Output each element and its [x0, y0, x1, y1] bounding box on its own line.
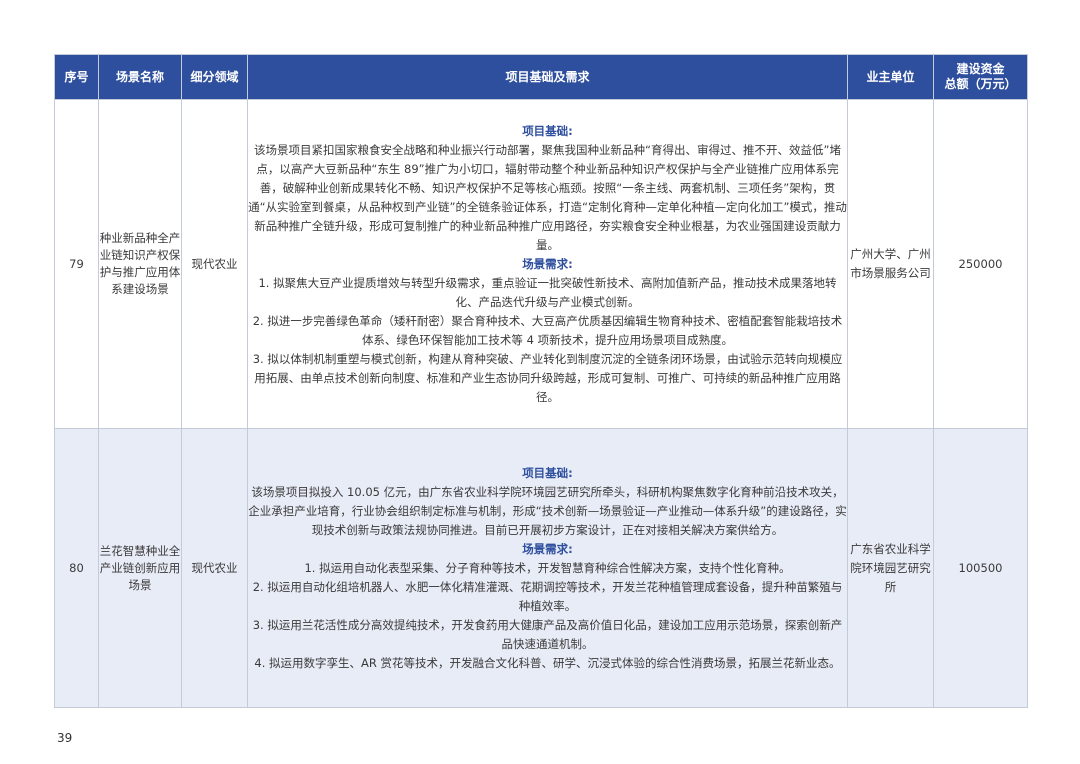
table-row: 80 兰花智慧种业全产业链创新应用场景 现代农业 项目基础: 该场景项目拟投入 … — [54, 428, 1028, 708]
col-header-name: 场景名称 — [98, 54, 182, 100]
cell-investment: 250000 — [933, 99, 1028, 429]
cell-no: 80 — [54, 428, 99, 708]
project-table: 序号 场景名称 细分领域 项目基础及需求 业主单位 建设资金 总额（万元） 79… — [54, 54, 1028, 708]
col-header-detail: 项目基础及需求 — [247, 54, 848, 100]
cell-scene-name: 种业新品种全产业链知识产权保护与推广应用体系建设场景 — [98, 99, 182, 429]
cell-owner: 广东省农业科学院环境园艺研究所 — [847, 428, 934, 708]
cell-field: 现代农业 — [181, 428, 248, 708]
need-item: 1. 拟运用自动化表型采集、分子育种等技术，开发智慧育种综合性解决方案，支持个性… — [304, 560, 791, 575]
needs-heading: 场景需求: — [522, 541, 573, 556]
cell-field: 现代农业 — [181, 99, 248, 429]
basis-heading: 项目基础: — [522, 123, 573, 138]
cell-no: 79 — [54, 99, 99, 429]
need-item: 4. 拟运用数字孪生、AR 赏花等技术，开发融合文化科普、研学、沉浸式体验的综合… — [254, 655, 841, 670]
cell-detail: 项目基础: 该场景项目拟投入 10.05 亿元，由广东省农业科学院环境园艺研究所… — [247, 428, 848, 708]
table-row: 79 种业新品种全产业链知识产权保护与推广应用体系建设场景 现代农业 项目基础:… — [54, 99, 1028, 429]
col-header-investment-line1: 建设资金 — [956, 62, 1005, 76]
page-number: 39 — [57, 731, 73, 745]
cell-scene-name: 兰花智慧种业全产业链创新应用场景 — [98, 428, 182, 708]
need-item: 1. 拟聚焦大豆产业提质增效与转型升级需求，重点验证一批突破性新技术、高附加值新… — [258, 275, 837, 309]
col-header-owner: 业主单位 — [847, 54, 934, 100]
need-item: 3. 拟以体制机制重塑与模式创新，构建从育种突破、产业转化到制度沉淀的全链条闭环… — [252, 351, 843, 404]
cell-detail: 项目基础: 该场景项目紧扣国家粮食安全战略和种业振兴行动部署，聚焦我国种业新品种… — [247, 99, 848, 429]
col-header-field: 细分领域 — [181, 54, 248, 100]
needs-heading: 场景需求: — [522, 256, 573, 271]
need-item: 2. 拟进一步完善绿色革命（矮秆耐密）聚合育种技术、大豆高产优质基因编辑生物育种… — [252, 313, 843, 347]
col-header-investment: 建设资金 总额（万元） — [933, 54, 1028, 100]
cell-owner: 广州大学、广州市场景服务公司 — [847, 99, 934, 429]
need-item: 2. 拟运用自动化组培机器人、水肥一体化精准灌溉、花期调控等技术，开发兰花种植管… — [252, 579, 843, 613]
col-header-no: 序号 — [54, 54, 99, 100]
cell-investment: 100500 — [933, 428, 1028, 708]
col-header-investment-line2: 总额（万元） — [944, 77, 1017, 91]
basis-text: 该场景项目紧扣国家粮食安全战略和种业振兴行动部署，聚焦我国种业新品种“育得出、审… — [248, 142, 847, 252]
table-header-row: 序号 场景名称 细分领域 项目基础及需求 业主单位 建设资金 总额（万元） — [54, 54, 1028, 100]
need-item: 3. 拟运用兰花活性成分高效提纯技术，开发食药用大健康产品及高价值日化品，建设加… — [252, 617, 843, 651]
basis-text: 该场景项目拟投入 10.05 亿元，由广东省农业科学院环境园艺研究所牵头，科研机… — [248, 484, 847, 537]
basis-heading: 项目基础: — [522, 465, 573, 480]
